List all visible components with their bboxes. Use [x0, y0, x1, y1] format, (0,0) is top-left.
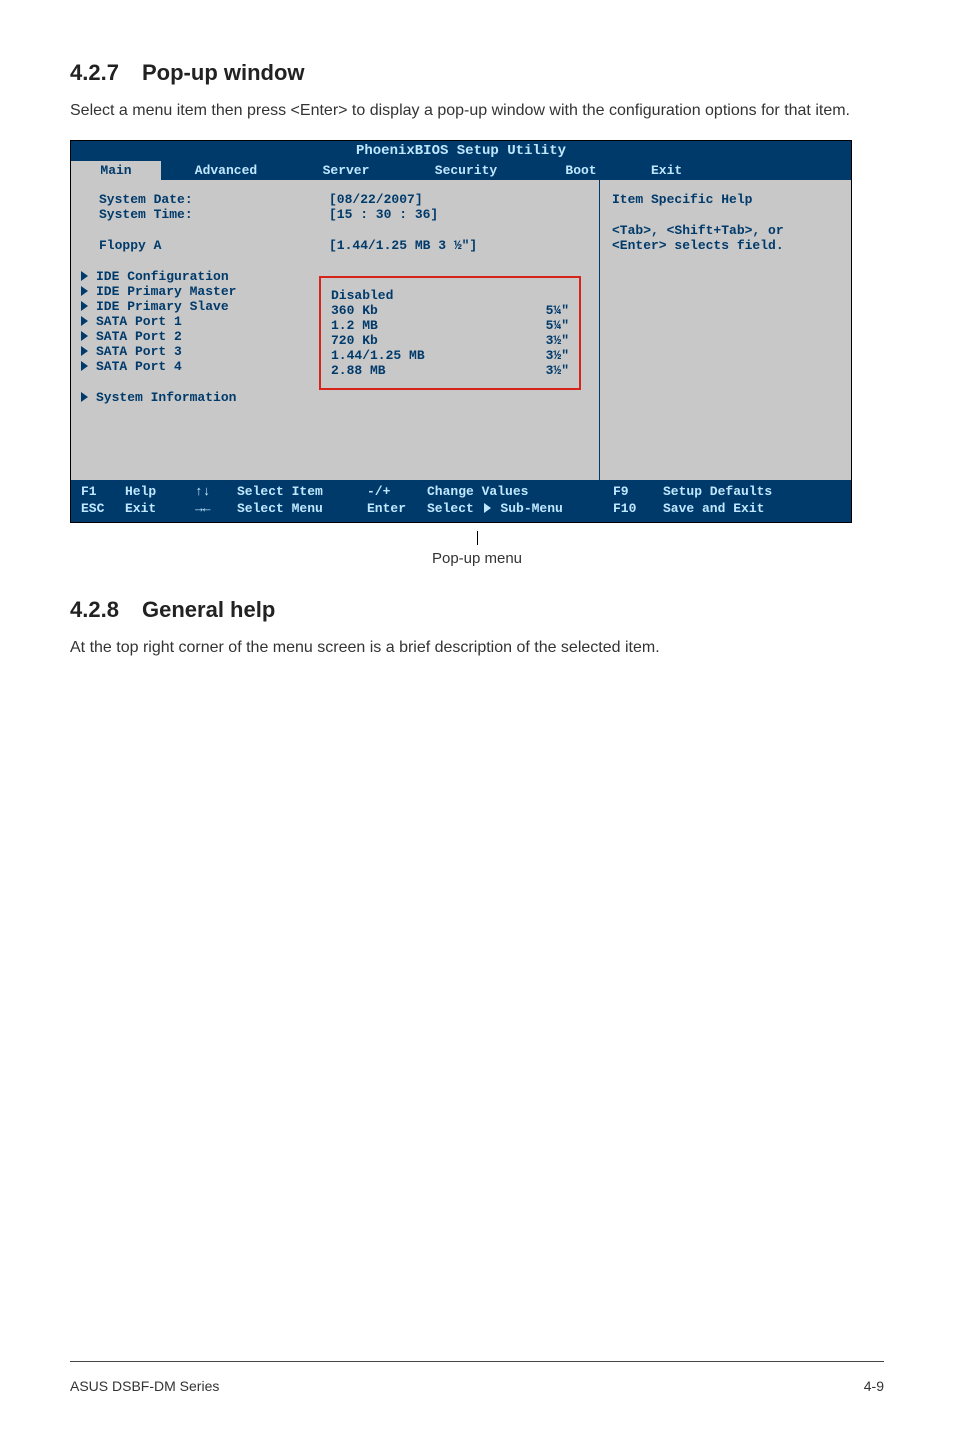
- submenu-system-information[interactable]: System Information: [77, 390, 589, 405]
- heading-popup-window: 4.2.7Pop-up window: [70, 60, 884, 86]
- footer-f1-action: Help: [125, 484, 195, 499]
- footer-select-item: Select Item: [237, 484, 367, 499]
- popup-item-disabled[interactable]: Disabled: [331, 288, 569, 303]
- submenu-label: SATA Port 3: [96, 344, 182, 359]
- popup-item-left: 1.44/1.25 MB: [331, 348, 425, 363]
- heading-text: General help: [142, 597, 275, 622]
- footer-f1-key: F1: [81, 484, 125, 499]
- footer-esc-action: Exit: [125, 501, 195, 516]
- footer-setup-defaults: Setup Defaults: [663, 484, 772, 499]
- floppy-popup-menu: Disabled 360 Kb 5¼" 1.2 MB 5¼" 720 Kb 3½" 1…: [319, 276, 581, 390]
- heading-num: 4.2.7: [70, 60, 142, 86]
- footer-change-values: Change Values: [427, 484, 613, 499]
- popup-item-right: 3½": [546, 333, 569, 348]
- heading-general-help: 4.2.8General help: [70, 597, 884, 623]
- tab-security[interactable]: Security: [401, 161, 531, 180]
- figure-caption: Pop-up menu: [70, 550, 884, 567]
- popup-item-right: 5¼": [546, 318, 569, 333]
- bios-help-panel: Item Specific Help <Tab>, <Shift+Tab>, o…: [599, 180, 851, 480]
- popup-item-2-88mb[interactable]: 2.88 MB 3½": [331, 363, 569, 378]
- triangle-icon: [81, 346, 88, 356]
- footer-plusminus: -/+: [367, 484, 427, 499]
- submenu-label: IDE Primary Master: [96, 284, 236, 299]
- page-footer: ASUS DSBF-DM Series 4-9: [70, 1361, 884, 1394]
- submenu-label: IDE Primary Slave: [96, 299, 229, 314]
- triangle-icon: [81, 271, 88, 281]
- popup-item-1-44mb[interactable]: 1.44/1.25 MB 3½": [331, 348, 569, 363]
- bios-screenshot: PhoenixBIOS Setup Utility Main Advanced …: [70, 140, 852, 523]
- footer-select-menu: Select Menu: [237, 501, 367, 516]
- popup-item-right: 5¼": [546, 303, 569, 318]
- submenu-label: SATA Port 1: [96, 314, 182, 329]
- footer-select-submenu: Select Sub-Menu: [427, 501, 613, 516]
- triangle-icon: [81, 316, 88, 326]
- general-help-description: At the top right corner of the menu scre…: [70, 637, 884, 659]
- tab-exit[interactable]: Exit: [631, 161, 851, 180]
- bios-footer: F1 Help ↑↓ Select Item -/+ Change Values…: [71, 480, 851, 522]
- footer-page-number: 4-9: [864, 1378, 884, 1394]
- floppy-value[interactable]: [1.44/1.25 MB 3 ½"]: [329, 238, 589, 253]
- footer-enter: Enter: [367, 501, 427, 516]
- help-text: <Tab>, <Shift+Tab>, or <Enter> selects f…: [612, 223, 839, 253]
- triangle-icon: [81, 286, 88, 296]
- popup-item-left: 1.2 MB: [331, 318, 378, 333]
- popup-item-left: 2.88 MB: [331, 363, 386, 378]
- footer-f9-key: F9: [613, 484, 663, 499]
- tab-main[interactable]: Main: [71, 161, 161, 180]
- submenu-label: IDE Configuration: [96, 269, 229, 284]
- triangle-icon: [81, 392, 88, 402]
- bios-tab-bar: Main Advanced Server Security Boot Exit: [71, 161, 851, 180]
- heading-text: Pop-up window: [142, 60, 305, 85]
- footer-esc-key: ESC: [81, 501, 125, 516]
- footer-product: ASUS DSBF-DM Series: [70, 1378, 219, 1394]
- popup-item-360kb[interactable]: 360 Kb 5¼": [331, 303, 569, 318]
- heading-num: 4.2.8: [70, 597, 142, 623]
- popup-item-left: 720 Kb: [331, 333, 378, 348]
- popup-item-right: 3½": [546, 363, 569, 378]
- popup-item-left: 360 Kb: [331, 303, 378, 318]
- triangle-icon: [81, 361, 88, 371]
- submenu-label: System Information: [96, 390, 236, 405]
- triangle-icon: [484, 503, 491, 513]
- tab-advanced[interactable]: Advanced: [161, 161, 291, 180]
- system-date-value[interactable]: [08/22/2007]: [329, 192, 589, 207]
- footer-f10-key: F10: [613, 501, 663, 516]
- tab-boot[interactable]: Boot: [531, 161, 631, 180]
- popup-item-720kb[interactable]: 720 Kb 3½": [331, 333, 569, 348]
- footer-save-exit: Save and Exit: [663, 501, 764, 516]
- system-time-value[interactable]: [15 : 30 : 36]: [329, 207, 589, 222]
- bios-left-panel: System Date: [08/22/2007] System Time: […: [71, 180, 599, 480]
- footer-arrows-ud: ↑↓: [195, 484, 237, 499]
- footer-arrows-lr: →←: [195, 501, 237, 516]
- triangle-icon: [81, 301, 88, 311]
- bios-title: PhoenixBIOS Setup Utility: [71, 141, 851, 161]
- floppy-label: Floppy A: [77, 238, 329, 253]
- system-date-label: System Date:: [77, 192, 329, 207]
- submenu-label: SATA Port 4: [96, 359, 182, 374]
- popup-description: Select a menu item then press <Enter> to…: [70, 100, 884, 122]
- popup-item-left: Disabled: [331, 288, 393, 303]
- help-title: Item Specific Help: [612, 192, 839, 207]
- popup-item-right: 3½": [546, 348, 569, 363]
- system-time-label: System Time:: [77, 207, 329, 222]
- triangle-icon: [81, 331, 88, 341]
- submenu-label: SATA Port 2: [96, 329, 182, 344]
- tab-server[interactable]: Server: [291, 161, 401, 180]
- popup-item-1-2mb[interactable]: 1.2 MB 5¼": [331, 318, 569, 333]
